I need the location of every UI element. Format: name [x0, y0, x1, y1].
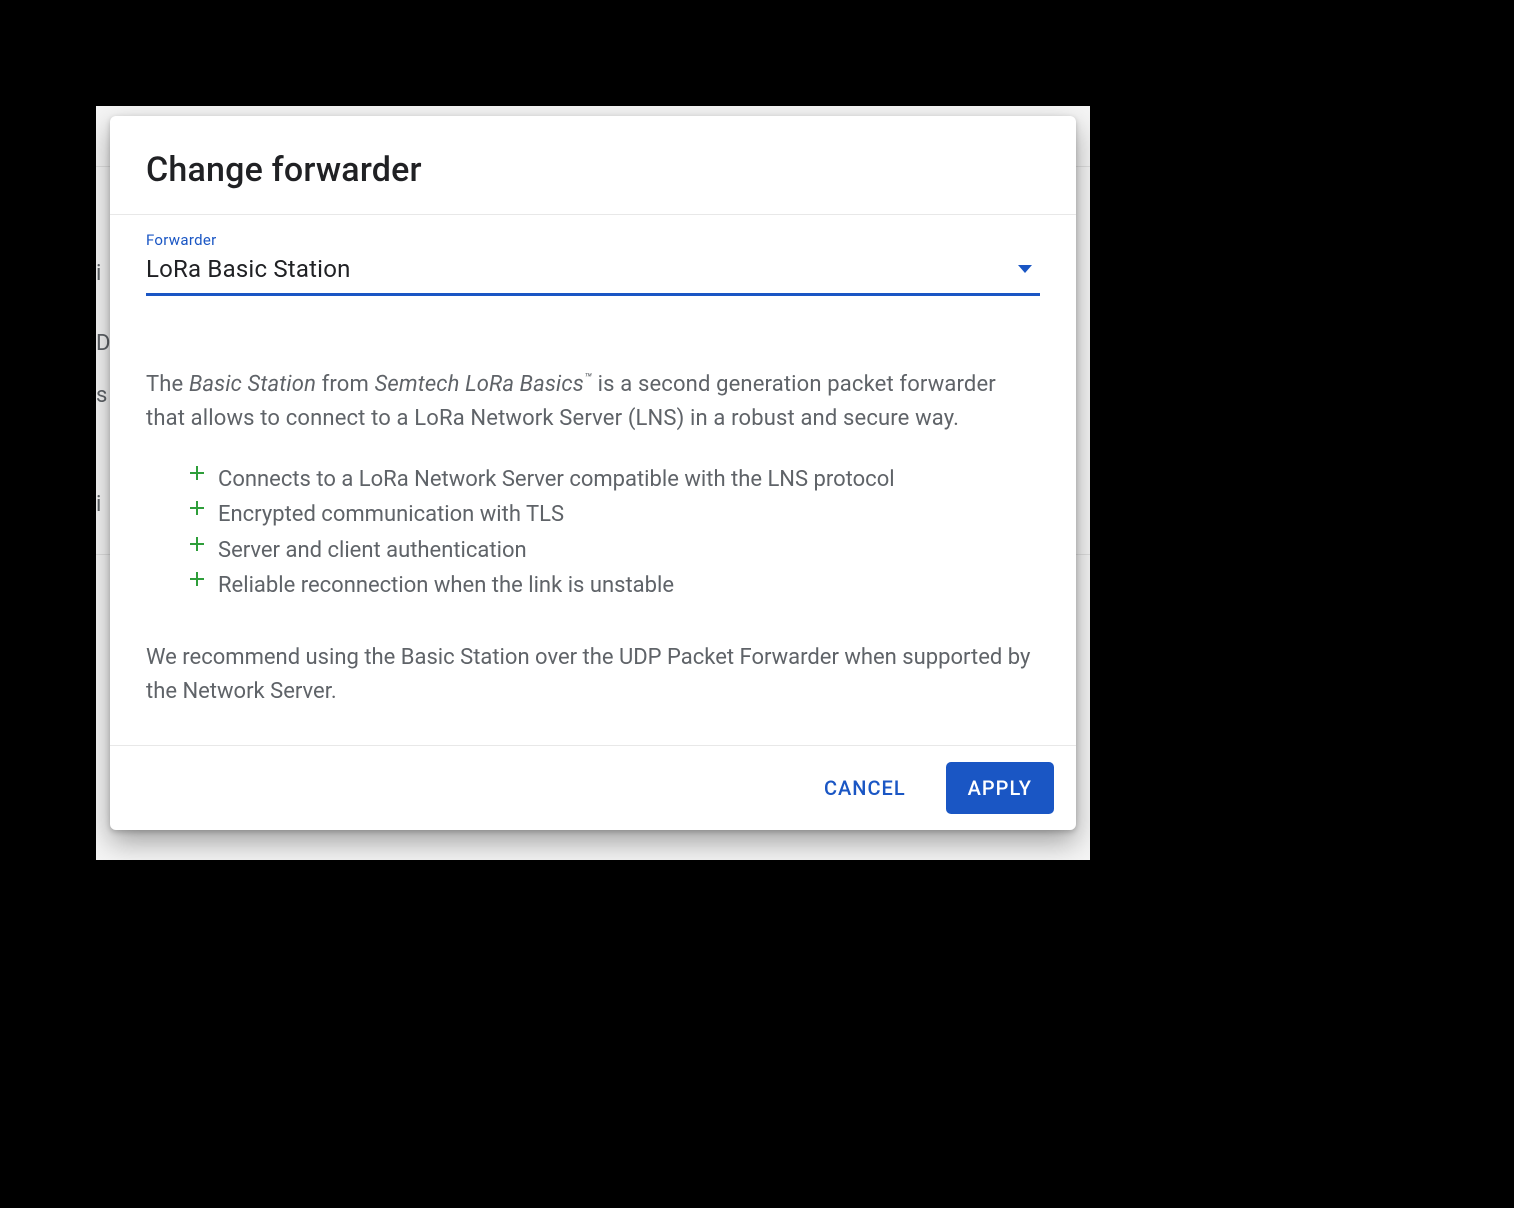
forwarder-select-value: LoRa Basic Station: [146, 255, 351, 283]
chevron-down-icon: [1018, 265, 1032, 273]
apply-button[interactable]: Apply: [946, 762, 1054, 814]
dialog-body: Forwarder LoRa Basic Station The Basic S…: [110, 215, 1076, 745]
feature-item: Server and client authentication: [188, 533, 1040, 568]
dialog-title: Change forwarder: [146, 150, 1040, 190]
feature-item: Encrypted communication with TLS: [188, 497, 1040, 532]
dialog-header: Change forwarder: [110, 116, 1076, 215]
forwarder-label: Forwarder: [146, 231, 1040, 249]
feature-text: Reliable reconnection when the link is u…: [218, 573, 674, 598]
feature-text: Encrypted communication with TLS: [218, 502, 564, 527]
forwarder-select[interactable]: LoRa Basic Station: [146, 249, 1040, 296]
backdrop: i D s i Change forwarder Forwarder LoRa …: [96, 106, 1090, 860]
feature-text: Server and client authentication: [218, 538, 527, 563]
dialog-actions: Cancel Apply: [110, 745, 1076, 830]
backdrop-fragment: D: [96, 331, 111, 356]
feature-list: Connects to a LoRa Network Server compat…: [188, 462, 1040, 603]
plus-icon: [188, 499, 206, 517]
change-forwarder-dialog: Change forwarder Forwarder LoRa Basic St…: [110, 116, 1076, 830]
backdrop-fragment: s: [96, 383, 108, 408]
plus-icon: [188, 570, 206, 588]
cancel-button[interactable]: Cancel: [802, 762, 928, 814]
forwarder-description: The Basic Station from Semtech LoRa Basi…: [146, 368, 1040, 436]
feature-item: Reliable reconnection when the link is u…: [188, 568, 1040, 603]
backdrop-fragment: i: [96, 492, 102, 517]
plus-icon: [188, 535, 206, 553]
plus-icon: [188, 464, 206, 482]
feature-item: Connects to a LoRa Network Server compat…: [188, 462, 1040, 497]
feature-text: Connects to a LoRa Network Server compat…: [218, 467, 895, 492]
backdrop-fragment: i: [96, 261, 102, 286]
recommendation-text: We recommend using the Basic Station ove…: [146, 641, 1040, 709]
forwarder-field: Forwarder LoRa Basic Station: [146, 223, 1040, 296]
